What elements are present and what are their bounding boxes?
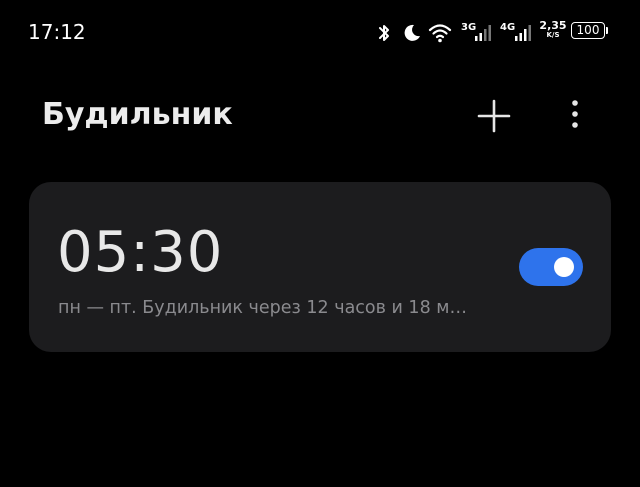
signal-icon bbox=[515, 25, 531, 41]
alarm-card[interactable]: 05:30 пн — пт. Будильник через 12 часов … bbox=[29, 182, 611, 352]
page-title: Будильник bbox=[42, 97, 233, 132]
network-speed-unit: K/S bbox=[546, 31, 560, 39]
alarm-screen: 17:12 3G 4G 2,35 K/S 100 Будильник 05:30… bbox=[0, 0, 640, 487]
more-vertical-icon bbox=[572, 100, 578, 128]
moon-icon bbox=[404, 24, 420, 41]
signal-icon bbox=[475, 25, 491, 41]
more-options-button[interactable] bbox=[560, 96, 590, 136]
battery-icon: 100 bbox=[571, 22, 605, 39]
alarm-time: 05:30 bbox=[57, 220, 224, 285]
alarm-toggle[interactable] bbox=[519, 248, 583, 286]
add-alarm-button[interactable] bbox=[474, 96, 514, 136]
battery-level: 100 bbox=[576, 23, 600, 37]
battery-tip bbox=[606, 27, 608, 34]
wifi-icon bbox=[428, 24, 452, 43]
bluetooth-icon bbox=[379, 25, 389, 41]
network-speed-value: 2,35 bbox=[539, 19, 567, 32]
plus-icon bbox=[477, 99, 511, 133]
alarm-description: пн — пт. Будильник через 12 часов и 18 м… bbox=[58, 298, 467, 318]
network-type-2: 4G bbox=[500, 22, 516, 33]
toggle-knob bbox=[554, 257, 574, 277]
network-speed: 2,35 K/S bbox=[539, 20, 567, 39]
